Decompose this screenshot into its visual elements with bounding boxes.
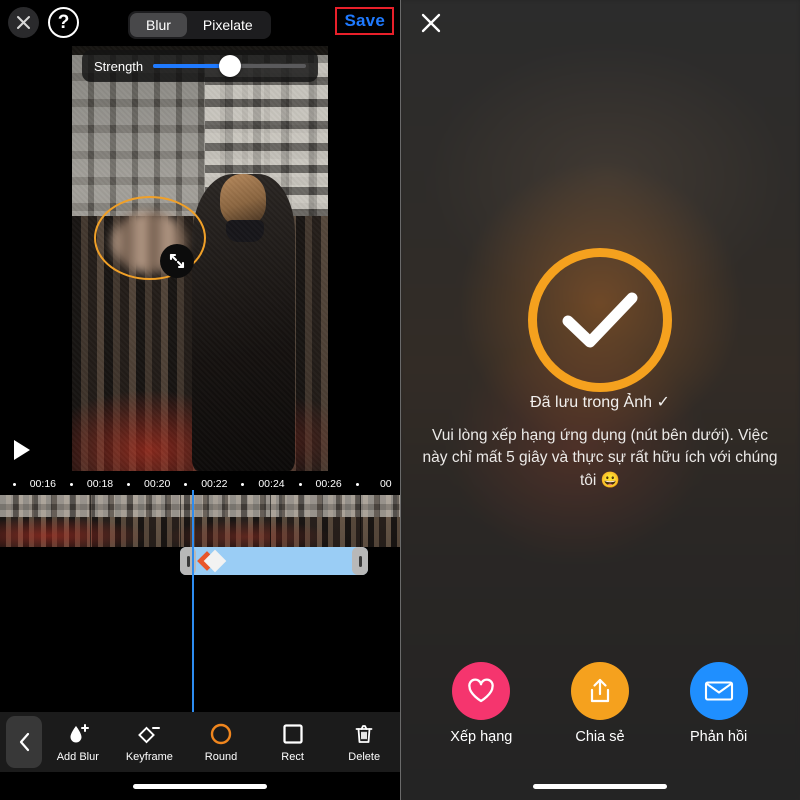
help-label: ? [57,12,70,33]
panel-divider [400,0,401,800]
tab-pixelate[interactable]: Pixelate [187,13,269,37]
ruler-tick-dot [286,482,315,486]
tool-rect[interactable]: Rect [262,722,324,763]
video-preview[interactable] [72,46,328,471]
ruler-tick-dot [171,482,200,486]
success-check-circle [528,248,672,392]
strength-label: Strength [94,58,144,74]
trash-icon [352,722,376,746]
action-label: Xếp hạng [450,729,513,745]
ruler-tick-label: 00:16 [29,478,56,490]
blur-mode-segmented-control[interactable]: Blur Pixelate [128,11,271,39]
tool-label: Round [204,750,238,763]
ruler-tick-label: 00:24 [258,478,285,490]
action-label: Chia sẻ [575,729,625,745]
ruler-tick-label: 00:20 [144,478,171,490]
action-share[interactable]: Chia sẻ [548,662,652,745]
close-x-icon[interactable] [8,7,39,38]
tool-round[interactable]: Round [190,722,252,763]
ruler-tick-dot [114,482,143,486]
strength-slider-thumb[interactable] [218,55,241,77]
checkmark-icon [562,292,638,348]
action-button-row: Xếp hạng Chia sẻ Phản hồi [400,662,800,745]
tab-blur[interactable]: Blur [130,13,187,37]
tool-add-blur[interactable]: Add Blur [47,722,109,763]
share-up-icon[interactable] [570,662,629,720]
clip-handle-right[interactable] [352,547,368,575]
saved-status-text: Đã lưu trong Ảnh ✓ [530,394,670,411]
home-indicator-left [133,784,267,789]
tool-keyframe[interactable]: Keyframe [118,722,180,763]
resize-diagonal-icon[interactable] [160,244,194,278]
save-success-screen: Đã lưu trong Ảnh ✓ Vui lòng xếp hạng ứng… [400,0,800,800]
close-x-icon[interactable] [418,10,444,36]
timeline-filmstrip[interactable] [0,495,400,547]
blur-clip-bar[interactable] [180,547,368,575]
timeline-playhead[interactable] [192,490,194,712]
ruler-tick-label: 00:18 [86,478,114,490]
home-indicator-right [533,784,667,789]
tool-label: Keyframe [125,750,173,763]
ruler-tick-dot [57,482,86,486]
action-feedback[interactable]: Phản hồi [667,662,771,745]
tool-label: Delete [348,750,381,763]
square-outline-icon [281,722,305,746]
action-label: Phản hồi [690,729,748,745]
tool-label: Rect [281,750,304,763]
envelope-icon[interactable] [689,662,748,720]
dual-screenshot-container: Strength ? Blur Pixelate Save 00:16 00:1… [0,0,800,800]
ruler-tick-label: 00 [379,478,392,490]
editor-bottom-toolbar: Add Blur Keyframe Round Rect Delete [0,712,400,772]
ruler-tick-dot [229,482,258,486]
question-mark-icon[interactable]: ? [48,7,79,38]
chevron-left-icon[interactable] [6,716,42,768]
ruler-tick-label: 00:26 [315,478,342,490]
ruler-tick-label: 00:22 [201,478,228,490]
rate-prompt-text: Vui lòng xếp hạng ứng dụng (nút bên dưới… [422,427,778,489]
save-button-annotation: Save [335,7,394,35]
strength-slider-track[interactable] [153,55,306,77]
editor-top-bar: ? Blur Pixelate Save [0,0,400,46]
ruler-tick-dot [0,482,29,486]
circle-outline-icon [209,722,233,746]
strength-slider-panel[interactable]: Strength [82,50,318,82]
video-blur-editor-screen: Strength ? Blur Pixelate Save 00:16 00:1… [0,0,400,800]
tool-label: Add Blur [56,750,99,763]
diamond-minus-icon [137,722,161,746]
heart-icon[interactable] [452,662,511,720]
timeline-ruler[interactable]: 00:16 00:18 00:20 00:22 00:24 00:26 00 [0,471,400,497]
ruler-tick-dot [343,482,372,486]
save-button[interactable]: Save [344,11,385,30]
droplet-plus-icon [66,722,90,746]
tool-delete[interactable]: Delete [333,722,395,763]
action-rate[interactable]: Xếp hạng [429,662,533,745]
play-triangle-icon[interactable] [14,440,30,460]
